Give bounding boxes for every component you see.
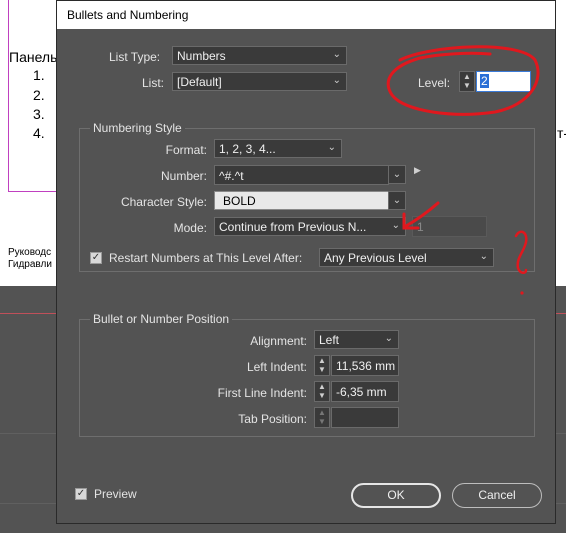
- annotation-dot: [520, 291, 524, 295]
- level-highlight-circle: [386, 45, 540, 116]
- red-annotation-overlay: [386, 45, 540, 295]
- annotation-arrow: [404, 201, 440, 228]
- annotation-question-mark: [514, 230, 528, 274]
